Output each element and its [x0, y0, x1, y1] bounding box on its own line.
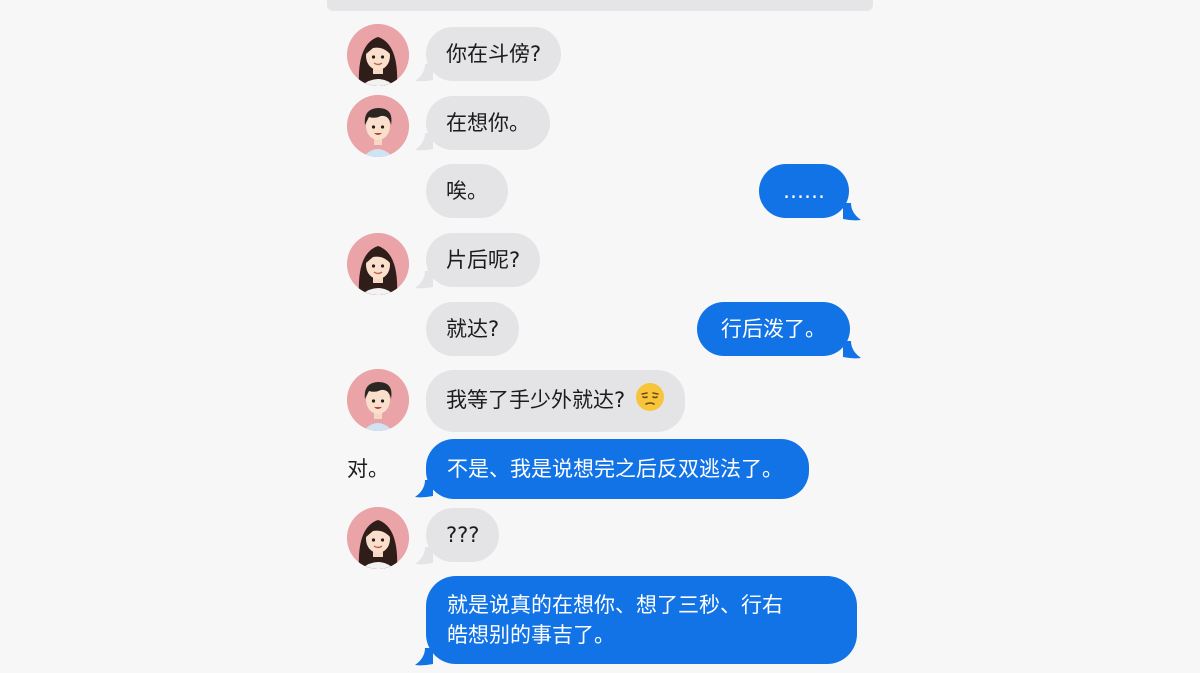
message-text: 你在斗傍? — [446, 42, 542, 66]
bubble-tail — [415, 271, 433, 289]
message-bubble-outgoing[interactable]: …… — [759, 164, 849, 218]
female-avatar[interactable] — [347, 233, 409, 295]
message-text: 行后泼了。 — [721, 317, 826, 341]
bubble-tail — [415, 547, 433, 565]
message-bubble-outgoing[interactable]: 不是、我是说想完之后反双逃法了。 — [426, 439, 809, 499]
message-text: 我等了手少外就达? — [446, 388, 626, 412]
male-avatar[interactable] — [347, 369, 409, 431]
chat-header-bar — [327, 0, 873, 11]
message-text: 不是、我是说想完之后反双逃法了。 — [447, 457, 783, 481]
message-bubble-incoming[interactable]: 就达? — [426, 302, 520, 356]
message-text: 就达? — [446, 317, 500, 341]
message-text: 在想你。 — [446, 111, 530, 135]
message-bubble-incoming[interactable]: 你在斗傍? — [426, 27, 562, 81]
message-text: …… — [783, 179, 825, 203]
bubble-tail — [843, 203, 861, 221]
bubble-tail — [843, 341, 861, 359]
female-avatar[interactable] — [347, 507, 409, 569]
standalone-text: 对。 — [347, 457, 389, 481]
bubble-tail — [415, 133, 433, 151]
message-bubble-incoming[interactable]: 我等了手少外就达? — [426, 370, 686, 432]
message-text: ??? — [446, 523, 480, 547]
message-text-line: 皓想别的事吉了。 — [447, 623, 615, 647]
unamused-face-emoji — [635, 382, 665, 420]
message-bubble-outgoing[interactable]: 行后泼了。 — [697, 302, 850, 356]
message-text: 唉。 — [446, 179, 488, 203]
bubble-tail — [415, 648, 433, 666]
message-text-line: 就是说真的在想你、想了三秒、行右 — [447, 593, 783, 617]
bubble-tail — [415, 64, 433, 82]
message-bubble-outgoing[interactable]: 就是说真的在想你、想了三秒、行右 皓想别的事吉了。 — [426, 576, 857, 664]
female-avatar[interactable] — [347, 24, 409, 86]
message-text: 片后呢? — [446, 248, 521, 272]
message-bubble-incoming[interactable]: 片后呢? — [426, 233, 541, 287]
message-bubble-incoming[interactable]: 在想你。 — [426, 96, 550, 150]
message-bubble-incoming[interactable]: ??? — [426, 508, 500, 562]
bubble-tail — [415, 480, 433, 498]
male-avatar[interactable] — [347, 95, 409, 157]
message-bubble-incoming[interactable]: 唉。 — [426, 164, 508, 218]
